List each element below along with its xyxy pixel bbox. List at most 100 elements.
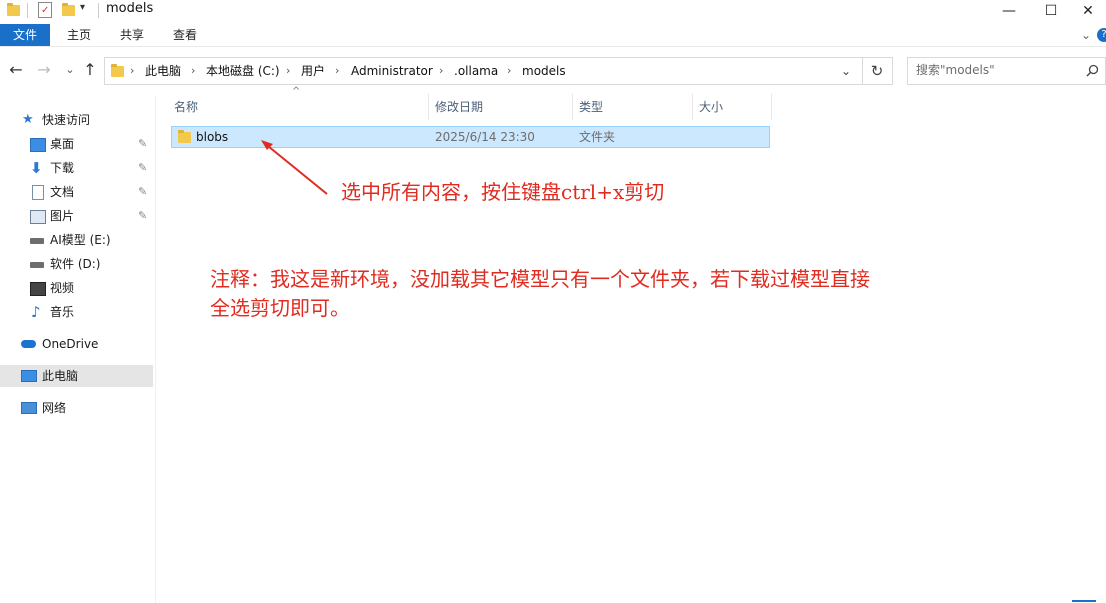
close-button[interactable]: ✕ (1070, 0, 1106, 22)
music-icon: ♪ (31, 303, 41, 321)
minimize-button[interactable]: — (986, 0, 1032, 22)
picture-icon (30, 210, 46, 224)
title-bar: ✓ ▾ models — ☐ ✕ (0, 0, 1106, 22)
sidebar-item-music[interactable]: ♪ 音乐 (0, 301, 153, 323)
sidebar-item-label: 桌面 (50, 137, 75, 151)
search-icon[interactable] (1086, 64, 1099, 77)
sidebar-item-onedrive[interactable]: OneDrive (0, 333, 153, 355)
maximize-button[interactable]: ☐ (1028, 0, 1074, 22)
annotation-instruction: 选中所有内容，按住键盘ctrl+x剪切 (341, 180, 665, 204)
ribbon-tabs: 文件 主页 共享 查看 ⌄ ? (0, 24, 1106, 47)
pin-icon: ✎ (138, 161, 148, 174)
sidebar-item-quick-access[interactable]: ★ 快速访问 (0, 109, 153, 131)
sidebar-item-documents[interactable]: 文档 ✎ (0, 181, 153, 203)
column-header-size[interactable]: 大小 (699, 96, 723, 118)
sidebar-item-downloads[interactable]: ⬇ 下载 ✎ (0, 157, 153, 179)
ribbon-expand-button[interactable]: ⌄ (1076, 24, 1096, 46)
annotation-note-line1: 注释：我这是新环境，没加载其它模型只有一个文件夹，若下载过模型直接 (210, 267, 870, 291)
sidebar-item-drive-d[interactable]: 软件 (D:) (0, 253, 153, 275)
search-input[interactable] (908, 58, 1081, 82)
sidebar-item-label: 图片 (50, 209, 75, 223)
pin-icon: ✎ (138, 209, 148, 222)
sidebar-item-label: OneDrive (42, 337, 99, 351)
divider (98, 3, 99, 18)
column-header-type[interactable]: 类型 (579, 96, 603, 118)
drive-icon (30, 238, 44, 244)
file-modified-date: 2025/6/14 23:30 (435, 130, 535, 144)
sidebar-item-label: 文档 (50, 185, 75, 199)
document-icon (32, 185, 44, 200)
breadcrumb-separator[interactable]: › (335, 58, 339, 84)
pin-icon: ✎ (138, 185, 148, 198)
folder-icon (178, 130, 191, 143)
network-icon (21, 402, 37, 414)
cloud-icon (21, 340, 36, 348)
tab-view[interactable]: 查看 (162, 24, 208, 46)
properties-icon[interactable]: ✓ (38, 2, 52, 18)
sidebar-item-drive-e[interactable]: AI模型 (E:) (0, 229, 153, 251)
back-button[interactable]: ← (6, 60, 26, 80)
up-button[interactable]: ↑ (80, 60, 100, 80)
address-bar[interactable]: › 此电脑 › 本地磁盘 (C:) › 用户 › Administrator ›… (104, 57, 863, 85)
breadcrumb-separator[interactable]: › (507, 58, 511, 84)
address-history-dropdown[interactable]: ⌄ (841, 58, 851, 84)
sidebar-item-network[interactable]: 网络 (0, 397, 153, 419)
annotation-arrow (261, 140, 328, 195)
file-type: 文件夹 (579, 130, 616, 144)
search-box[interactable] (907, 57, 1106, 85)
sidebar-item-this-pc[interactable]: 此电脑 (0, 365, 153, 387)
folder-icon (111, 64, 124, 77)
breadcrumb-administrator[interactable]: Administrator (351, 58, 433, 84)
download-icon: ⬇ (30, 159, 43, 177)
column-header-name[interactable]: 名称 (174, 96, 198, 118)
recent-locations-button[interactable]: ⌄ (60, 60, 80, 80)
breadcrumb-models[interactable]: models (522, 58, 566, 84)
tab-file[interactable]: 文件 (0, 24, 50, 46)
navigation-pane: ★ 快速访问 桌面 ✎ ⬇ 下载 ✎ 文档 ✎ 图片 ✎ AI模型 (E:) 软… (0, 96, 156, 603)
breadcrumb-ollama[interactable]: .ollama (454, 58, 498, 84)
sidebar-item-label: 软件 (D:) (50, 257, 101, 271)
video-icon (30, 282, 46, 296)
sidebar-item-label: 音乐 (50, 305, 75, 319)
breadcrumb-separator[interactable]: › (439, 58, 443, 84)
sidebar-item-label: 网络 (42, 401, 67, 415)
sidebar-item-desktop[interactable]: 桌面 ✎ (0, 133, 153, 155)
computer-icon (21, 370, 37, 382)
breadcrumb-local-disk[interactable]: 本地磁盘 (C:) (206, 58, 280, 84)
sort-indicator-icon: ^ (292, 86, 301, 97)
sidebar-item-label: 快速访问 (42, 113, 91, 127)
tab-home[interactable]: 主页 (56, 24, 102, 46)
forward-button[interactable]: → (34, 60, 54, 80)
sidebar-item-label: 视频 (50, 281, 75, 295)
column-header-date[interactable]: 修改日期 (435, 96, 483, 118)
sidebar-item-label: 此电脑 (42, 369, 79, 383)
breadcrumb-users[interactable]: 用户 (301, 58, 325, 84)
help-icon[interactable]: ? (1097, 28, 1106, 42)
tab-share[interactable]: 共享 (109, 24, 155, 46)
sidebar-item-label: 下载 (50, 161, 75, 175)
sidebar-item-pictures[interactable]: 图片 ✎ (0, 205, 153, 227)
column-divider[interactable] (692, 94, 693, 120)
sidebar-item-videos[interactable]: 视频 (0, 277, 153, 299)
breadcrumb-this-pc[interactable]: 此电脑 (145, 58, 181, 84)
column-divider[interactable] (572, 94, 573, 120)
annotation-note-line2: 全选剪切即可。 (210, 296, 350, 320)
quick-access-toolbar-dropdown[interactable]: ▾ (80, 2, 85, 13)
drive-icon (30, 262, 44, 268)
breadcrumb-separator[interactable]: › (191, 58, 195, 84)
breadcrumb-separator[interactable]: › (286, 58, 290, 84)
column-divider[interactable] (771, 94, 772, 120)
window-title: models (106, 1, 154, 16)
column-divider[interactable] (428, 94, 429, 120)
breadcrumb-separator[interactable]: › (130, 58, 134, 84)
view-toggle-indicator[interactable] (1072, 600, 1096, 602)
refresh-button[interactable]: ↻ (862, 57, 893, 85)
folder-icon (7, 3, 20, 16)
file-name[interactable]: blobs (196, 127, 228, 147)
pin-icon: ✎ (138, 137, 148, 150)
desktop-icon (30, 138, 46, 152)
divider (27, 3, 28, 18)
star-icon: ★ (22, 112, 34, 127)
new-folder-icon[interactable] (62, 3, 75, 16)
sidebar-item-label: AI模型 (E:) (50, 233, 111, 247)
